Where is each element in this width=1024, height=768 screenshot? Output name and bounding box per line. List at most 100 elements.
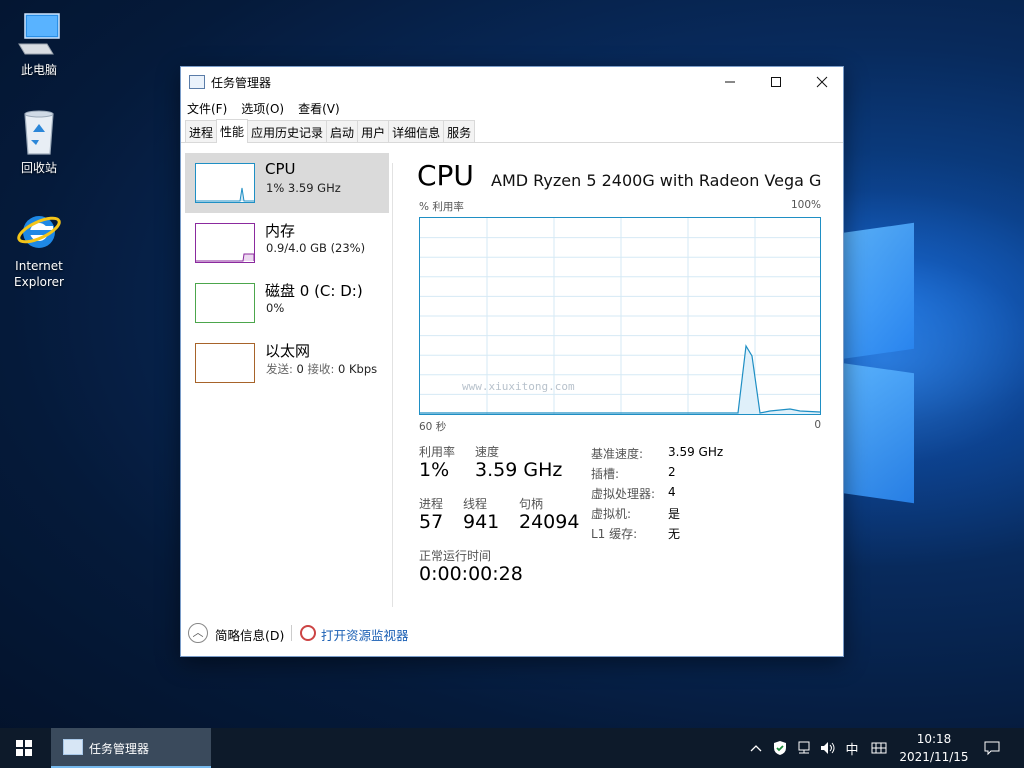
menu-bar: 文件(F) 选项(O) 查看(V) xyxy=(181,97,843,119)
util-value: 1% xyxy=(419,459,450,481)
volume-icon[interactable] xyxy=(818,728,838,768)
menu-file[interactable]: 文件(F) xyxy=(187,100,227,117)
spec-label: L1 缓存: xyxy=(591,527,638,541)
resource-list: CPU 1% 3.59 GHz 内存 0.9/4.0 GB (23%) 磁盘 0… xyxy=(185,153,389,613)
cpu-utilization-graph: www.xiuxitong.com xyxy=(419,217,821,415)
desktop-icon-recycle-bin[interactable]: 回收站 xyxy=(1,108,77,176)
disk-mini-graph xyxy=(195,283,255,323)
maximize-button[interactable] xyxy=(753,67,799,97)
tab-startup[interactable]: 启动 xyxy=(326,120,359,142)
start-button[interactable] xyxy=(0,728,48,768)
taskbar-app-label: 任务管理器 xyxy=(89,742,150,756)
detail-heading: CPU xyxy=(417,159,474,192)
chevron-up-icon[interactable] xyxy=(746,728,766,768)
tab-strip: 进程 性能 应用历史记录 启动 用户 详细信息 服务 xyxy=(181,119,843,143)
task-manager-icon xyxy=(63,739,83,755)
ime-language-indicator[interactable]: 中 xyxy=(842,728,862,768)
chevron-up-icon[interactable]: ︿ xyxy=(188,623,208,643)
title-bar[interactable]: 任务管理器 xyxy=(181,67,843,97)
security-shield-icon[interactable] xyxy=(770,728,790,768)
tab-users[interactable]: 用户 xyxy=(357,120,390,142)
resource-subtitle: 0.9/4.0 GB (23%) xyxy=(266,241,366,255)
footer-bar: ︿ 简略信息(D) 打开资源监视器 xyxy=(181,619,843,649)
spec-value: 3.59 GHz xyxy=(668,445,724,459)
desktop-icon-label: 此电脑 xyxy=(20,63,57,77)
taskbar-task-manager[interactable]: 任务管理器 xyxy=(51,728,211,768)
spec-value: 2 xyxy=(668,465,676,479)
spec-value: 是 xyxy=(668,507,681,521)
close-button[interactable] xyxy=(799,67,845,97)
internet-explorer-icon xyxy=(15,206,63,254)
open-resource-monitor-link[interactable]: 打开资源监视器 xyxy=(321,625,409,644)
tab-processes[interactable]: 进程 xyxy=(185,120,218,142)
keyboard-layout-icon[interactable] xyxy=(868,728,890,768)
resource-title: 内存 xyxy=(265,222,296,240)
speed-value: 3.59 GHz xyxy=(475,459,563,481)
resource-item-memory[interactable]: 内存 0.9/4.0 GB (23%) xyxy=(185,213,389,273)
ethernet-mini-graph xyxy=(195,343,255,383)
processes-value: 57 xyxy=(419,511,444,533)
processes-label: 进程 xyxy=(419,497,444,511)
spec-value: 无 xyxy=(668,527,681,541)
spec-label: 虚拟机: xyxy=(591,507,632,521)
handles-label: 句柄 xyxy=(519,497,544,511)
threads-value: 941 xyxy=(463,511,500,533)
receive-label: 接收: xyxy=(307,362,335,376)
resource-monitor-icon xyxy=(300,625,316,641)
resource-title: 以太网 xyxy=(265,342,311,360)
graph-time-left: 60 秒 xyxy=(419,421,447,433)
computer-icon xyxy=(15,10,63,58)
handles-value: 24094 xyxy=(519,511,580,533)
clock-date: 2021/11/15 xyxy=(899,750,969,764)
threads-label: 线程 xyxy=(463,497,488,511)
task-manager-window: 任务管理器 文件(F) 选项(O) 查看(V) 进程 性能 应用历史记录 启动 … xyxy=(180,66,844,657)
send-value: 0 xyxy=(296,362,304,376)
windows-start-icon xyxy=(16,740,32,756)
graph-max: 100% xyxy=(790,199,821,211)
spec-label: 基准速度: xyxy=(591,447,644,461)
tab-app-history[interactable]: 应用历史记录 xyxy=(247,120,328,142)
resource-item-cpu[interactable]: CPU 1% 3.59 GHz xyxy=(185,153,389,213)
util-label: 利用率 xyxy=(419,445,456,459)
spec-label: 虚拟处理器: xyxy=(591,487,656,501)
recycle-bin-icon xyxy=(15,108,63,156)
footer-separator xyxy=(291,625,292,641)
tab-services[interactable]: 服务 xyxy=(443,120,476,142)
resource-item-disk[interactable]: 磁盘 0 (C: D:) 0% xyxy=(185,273,389,333)
resource-subtitle: 发送: 0 接收: 0 Kbps xyxy=(266,361,377,377)
taskbar: 任务管理器 中 10:18 2021/11/15 xyxy=(0,728,1024,768)
clock-time: 10:18 xyxy=(916,732,952,746)
pane-divider[interactable] xyxy=(392,163,393,607)
network-icon[interactable] xyxy=(794,728,814,768)
graph-label: % 利用率 xyxy=(419,201,464,213)
spec-value: 4 xyxy=(668,485,676,499)
processor-name: AMD Ryzen 5 2400G with Radeon Vega G... xyxy=(491,171,823,190)
minimize-button[interactable] xyxy=(707,67,753,97)
desktop-icon-internet-explorer[interactable]: Internet Explorer xyxy=(1,206,77,290)
memory-mini-graph xyxy=(195,223,255,263)
send-label: 发送: xyxy=(266,362,293,376)
desktop-icon-label: Internet Explorer xyxy=(14,259,64,289)
menu-options[interactable]: 选项(O) xyxy=(241,100,284,117)
menu-view[interactable]: 查看(V) xyxy=(298,100,340,117)
watermark-text: www.xiuxitong.com xyxy=(462,380,575,393)
task-manager-icon xyxy=(189,75,205,89)
desktop-icon-label: 回收站 xyxy=(20,161,57,175)
system-clock[interactable]: 10:18 2021/11/15 xyxy=(896,730,972,766)
uptime-value: 0:00:00:28 xyxy=(419,563,523,585)
tab-performance[interactable]: 性能 xyxy=(216,119,249,143)
cpu-mini-graph xyxy=(195,163,255,203)
receive-value: 0 Kbps xyxy=(338,362,378,376)
resource-title: CPU xyxy=(265,160,296,178)
speed-label: 速度 xyxy=(475,445,500,459)
cpu-detail-pane: CPU AMD Ryzen 5 2400G with Radeon Vega G… xyxy=(417,153,827,603)
notification-center-icon[interactable] xyxy=(980,728,1004,768)
tab-details[interactable]: 详细信息 xyxy=(388,120,445,142)
resource-item-ethernet[interactable]: 以太网 发送: 0 接收: 0 Kbps xyxy=(185,333,389,393)
uptime-label: 正常运行时间 xyxy=(419,549,492,563)
resource-subtitle: 0% xyxy=(266,301,285,315)
fewer-details-link[interactable]: 简略信息(D) xyxy=(215,625,284,644)
window-title: 任务管理器 xyxy=(211,75,272,90)
desktop-icon-this-pc[interactable]: 此电脑 xyxy=(1,10,77,78)
resource-title: 磁盘 0 (C: D:) xyxy=(265,282,363,300)
